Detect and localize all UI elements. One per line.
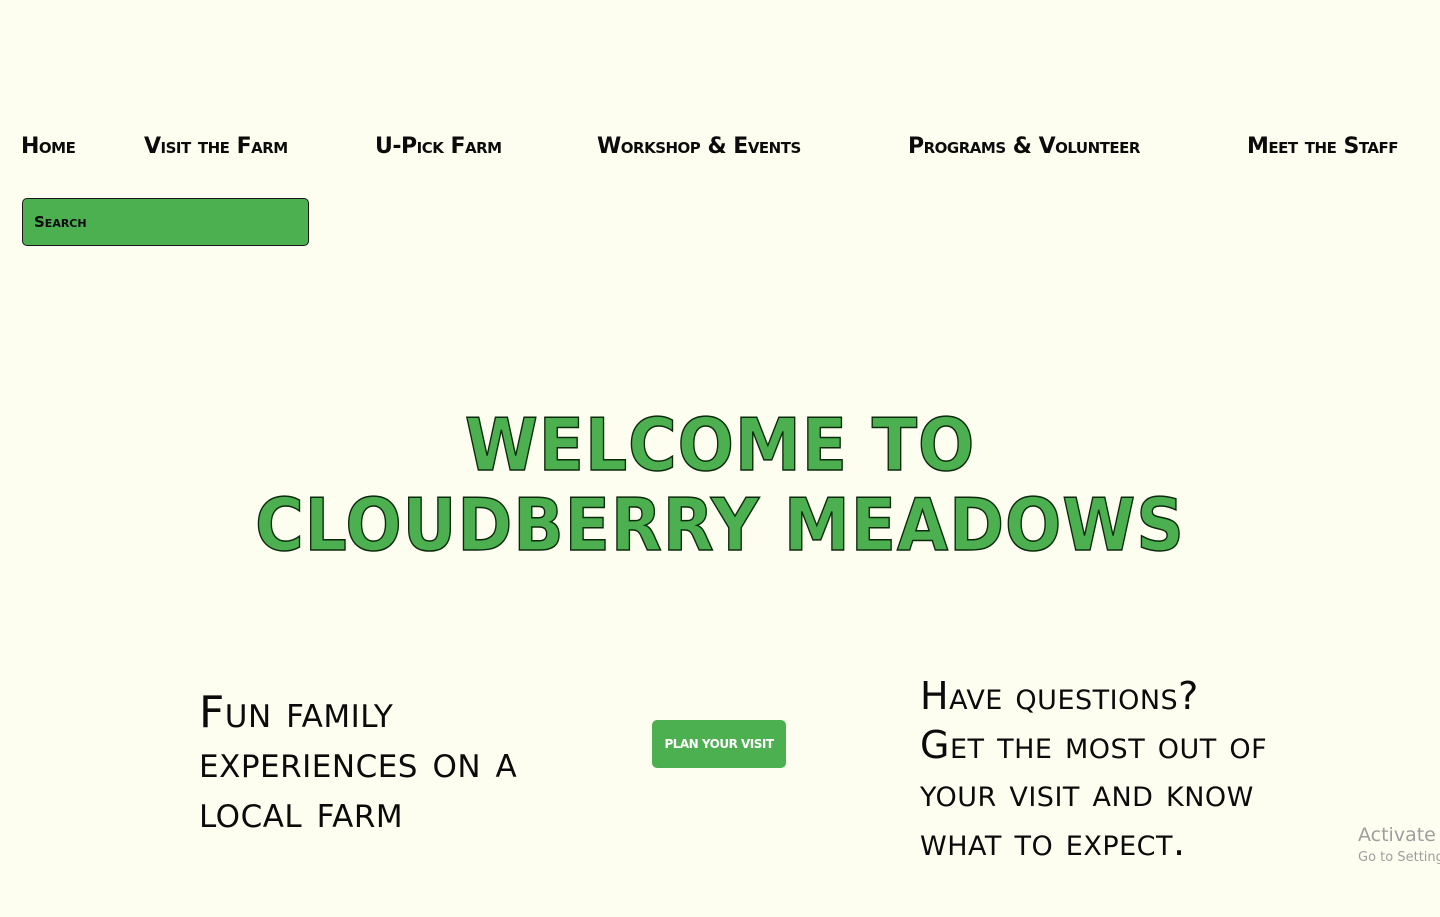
nav-visit-the-farm[interactable]: Visit the Farm bbox=[144, 134, 288, 159]
page: Home Visit the Farm U-Pick Farm Workshop… bbox=[0, 0, 1440, 917]
search-input[interactable] bbox=[22, 198, 309, 246]
questions-line: Have questions? bbox=[920, 674, 1199, 718]
nav-programs-volunteer[interactable]: Programs & Volunteer bbox=[908, 134, 1140, 159]
nav-workshop-events[interactable]: Workshop & Events bbox=[597, 134, 801, 159]
watermark-title: Activate Windows bbox=[1358, 824, 1440, 846]
questions-line: what to expect. bbox=[920, 819, 1186, 864]
main-navigation: Home Visit the Farm U-Pick Farm Workshop… bbox=[0, 134, 1440, 168]
nav-u-pick-farm[interactable]: U-Pick Farm bbox=[375, 134, 502, 159]
hero-title: Welcome to Cloudberry Meadows bbox=[254, 403, 1185, 567]
plan-your-visit-button[interactable]: Plan your visit bbox=[652, 720, 786, 768]
questions-line: Get the most out of bbox=[920, 722, 1268, 767]
nav-meet-the-staff[interactable]: Meet the Staff bbox=[1247, 134, 1398, 159]
tagline: Fun family experiences on a local farm bbox=[199, 687, 518, 838]
questions-text: Have questions? Get the most out of your… bbox=[920, 672, 1340, 866]
questions-line: your visit and know bbox=[920, 771, 1254, 815]
activation-watermark: Activate Windows Go to Settings to activ… bbox=[1358, 822, 1440, 872]
watermark-subtitle: Go to Settings to activate Windows. bbox=[1358, 850, 1440, 865]
nav-home[interactable]: Home bbox=[21, 134, 76, 159]
